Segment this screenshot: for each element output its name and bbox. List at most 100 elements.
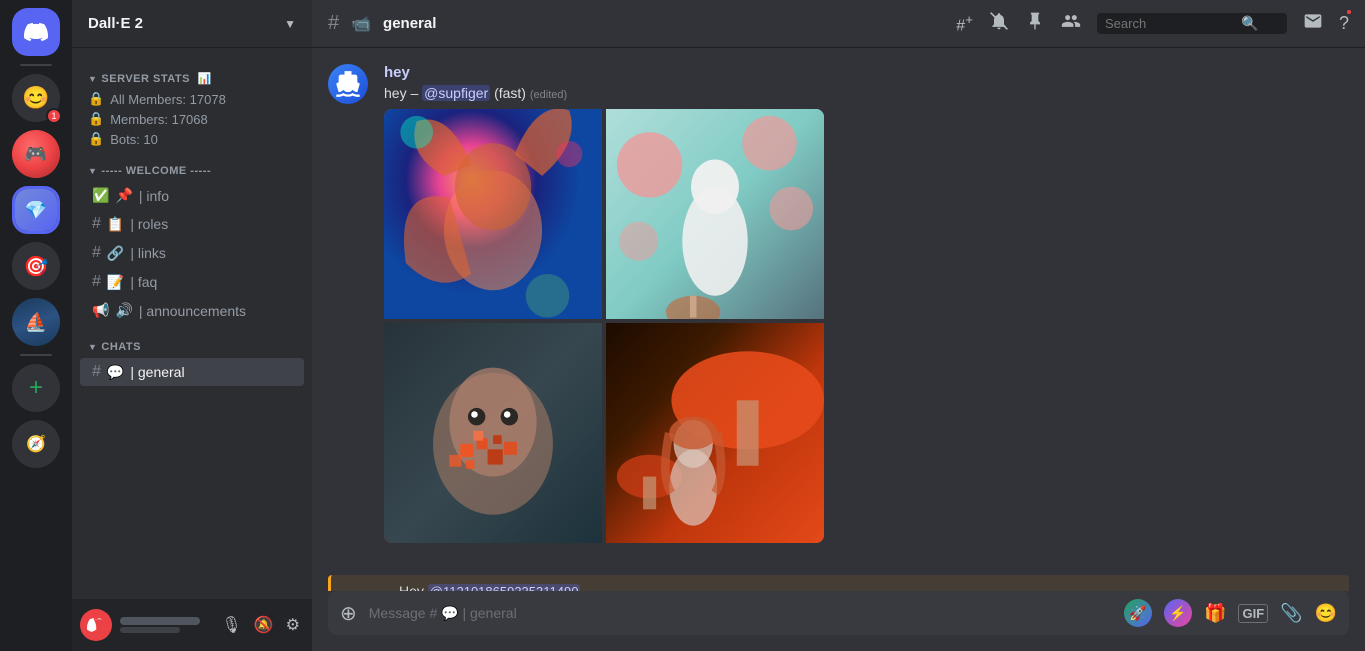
server-icon-smiley[interactable]: 😊 1	[12, 74, 60, 122]
settings-button[interactable]: ⚙	[282, 611, 304, 639]
stat-bots-text: Bots: 10	[110, 132, 158, 147]
avatar	[328, 64, 368, 104]
channel-label-general: | general	[130, 364, 184, 380]
server-icon-ship[interactable]: ⛵	[12, 298, 60, 346]
video-icon: 📹	[351, 14, 371, 34]
hash-icon-faq: #	[92, 273, 101, 291]
search-icon: 🔍	[1241, 15, 1258, 32]
mute-channel-button[interactable]	[989, 11, 1009, 36]
channel-item-roles[interactable]: # 📋 | roles	[80, 210, 304, 238]
channel-item-announcements[interactable]: 📢 🔊 | announcements	[80, 297, 304, 324]
preview-message: Hey	[399, 583, 424, 591]
sticker-button[interactable]: 📎	[1280, 603, 1302, 624]
hash-icon-general: #	[92, 363, 101, 381]
server-divider-2	[20, 354, 52, 356]
messages-area: hey hey – @supfiger (fast) (edited)	[312, 48, 1365, 591]
message-text-before: hey	[384, 85, 407, 101]
pin-button[interactable]	[1025, 11, 1045, 36]
add-attachment-button[interactable]: ⊕	[340, 601, 357, 626]
server-icon-red[interactable]: 🎮	[12, 130, 60, 178]
chat-icon-general: 💬	[107, 364, 124, 381]
server-icon-dalle[interactable]: 💎	[12, 186, 60, 234]
speaker-icon: 📢	[92, 302, 109, 319]
category-server-stats[interactable]: ▼ SERVER STATS 📊	[72, 56, 312, 89]
server-icon-discord[interactable]	[12, 8, 60, 56]
channel-item-faq[interactable]: # 📝 | faq	[80, 268, 304, 296]
mention: @supfiger	[422, 85, 490, 101]
server-badge-smiley: 1	[46, 108, 62, 124]
channel-item-info[interactable]: ✅ 📌 | info	[80, 182, 304, 209]
image-cell-3[interactable]	[384, 323, 602, 543]
message-group: hey hey – @supfiger (fast) (edited)	[328, 64, 1349, 551]
lock-icon: 🔒	[88, 91, 104, 107]
chevron-down-icon: ▼	[284, 17, 296, 31]
server-header[interactable]: Dall·E 2 ▼	[72, 0, 312, 48]
message-input-container: ⊕ 🚀 ⚡ 🎁 GIF 📎 😊	[328, 591, 1349, 635]
server-name: Dall·E 2	[88, 15, 143, 32]
category-chats[interactable]: ▼ CHATS	[72, 325, 312, 357]
channel-item-general[interactable]: # 💬 | general	[80, 358, 304, 386]
avatar	[80, 609, 112, 641]
header-actions: #+ 🔍	[956, 11, 1349, 36]
user-panel: 🎙 🔕 ⚙	[72, 599, 312, 651]
stat-all-members: 🔒 All Members: 17078	[72, 89, 312, 109]
nitro-boost-button-2[interactable]: ⚡	[1164, 599, 1192, 627]
help-button[interactable]: ?	[1339, 13, 1349, 34]
preview-mention: @1121018659335311490	[428, 584, 581, 591]
stat-bots: 🔒 Bots: 10	[72, 129, 312, 149]
message-text-after: (fast)	[494, 85, 530, 101]
roles-emoji-icon: 📋	[107, 216, 124, 233]
search-input[interactable]	[1105, 16, 1235, 31]
username	[120, 617, 209, 633]
stat-members: 🔒 Members: 17068	[72, 109, 312, 129]
pin-icon: 📌	[115, 187, 132, 204]
category-arrow-icon: ▼	[88, 74, 97, 84]
category-welcome[interactable]: ▼ ----- WELCOME -----	[72, 149, 312, 181]
add-channel-button[interactable]: #+	[956, 12, 973, 35]
lock-icon-2: 🔒	[88, 111, 104, 127]
discover-button[interactable]: 🧭	[12, 420, 60, 468]
hash-icon-roles: #	[92, 215, 101, 233]
server-sidebar: 😊 1 🎮 💎 🎯 ⛵ + 🧭	[0, 0, 72, 651]
category-label-welcome: ----- WELCOME -----	[101, 165, 211, 177]
stat-members-text: Members: 17068	[110, 112, 208, 127]
checkbox-icon: ✅	[92, 187, 109, 204]
channel-list: ▼ SERVER STATS 📊 🔒 All Members: 17078 🔒 …	[72, 48, 312, 599]
channel-item-links[interactable]: # 🔗 | links	[80, 239, 304, 267]
main-content: # 📹 general #+	[312, 0, 1365, 651]
category-label-chats: CHATS	[101, 341, 141, 353]
inbox-button[interactable]	[1303, 11, 1323, 36]
channel-label-faq: | faq	[130, 274, 157, 290]
image-cell-2[interactable]	[606, 109, 824, 319]
image-cell-4[interactable]	[606, 323, 824, 543]
search-bar[interactable]: 🔍	[1097, 13, 1287, 34]
edited-tag: (edited)	[530, 89, 567, 101]
server-icon-target[interactable]: 🎯	[12, 242, 60, 290]
message-input[interactable]	[369, 595, 1112, 631]
channel-sidebar: Dall·E 2 ▼ ▼ SERVER STATS 📊 🔒 All Member…	[72, 0, 312, 651]
message-text: hey – @supfiger (fast) (edited)	[384, 85, 1349, 101]
message-content: hey hey – @supfiger (fast) (edited)	[384, 64, 1349, 551]
user-actions: 🎙 🔕 ⚙	[217, 611, 304, 639]
nitro-boost-button[interactable]: 🚀	[1124, 599, 1152, 627]
deafen-button[interactable]: 🔕	[250, 611, 278, 639]
mute-button[interactable]: 🎙	[217, 611, 245, 639]
message-header: hey	[384, 64, 1349, 81]
preview-text: Hey @1121018659335311490	[399, 583, 1341, 591]
server-divider-1	[20, 64, 52, 66]
channel-title: general	[383, 15, 436, 32]
input-actions: 🚀 ⚡ 🎁 GIF 📎 😊	[1124, 599, 1337, 627]
gif-button[interactable]: GIF	[1238, 604, 1268, 623]
image-cell-1[interactable]	[384, 109, 602, 319]
message-preview: Hey @1121018659335311490	[328, 575, 1349, 591]
members-button[interactable]	[1061, 11, 1081, 36]
stat-all-members-text: All Members: 17078	[110, 92, 226, 107]
lock-icon-3: 🔒	[88, 131, 104, 147]
volume-icon: 🔊	[115, 302, 132, 319]
add-server-button[interactable]: +	[12, 364, 60, 412]
emoji-button[interactable]: 😊	[1315, 603, 1337, 624]
gift-button[interactable]: 🎁	[1204, 603, 1226, 624]
links-emoji-icon: 🔗	[107, 245, 124, 262]
message-author: hey	[384, 64, 410, 81]
message-input-area: ⊕ 🚀 ⚡ 🎁 GIF 📎 😊	[312, 591, 1365, 651]
